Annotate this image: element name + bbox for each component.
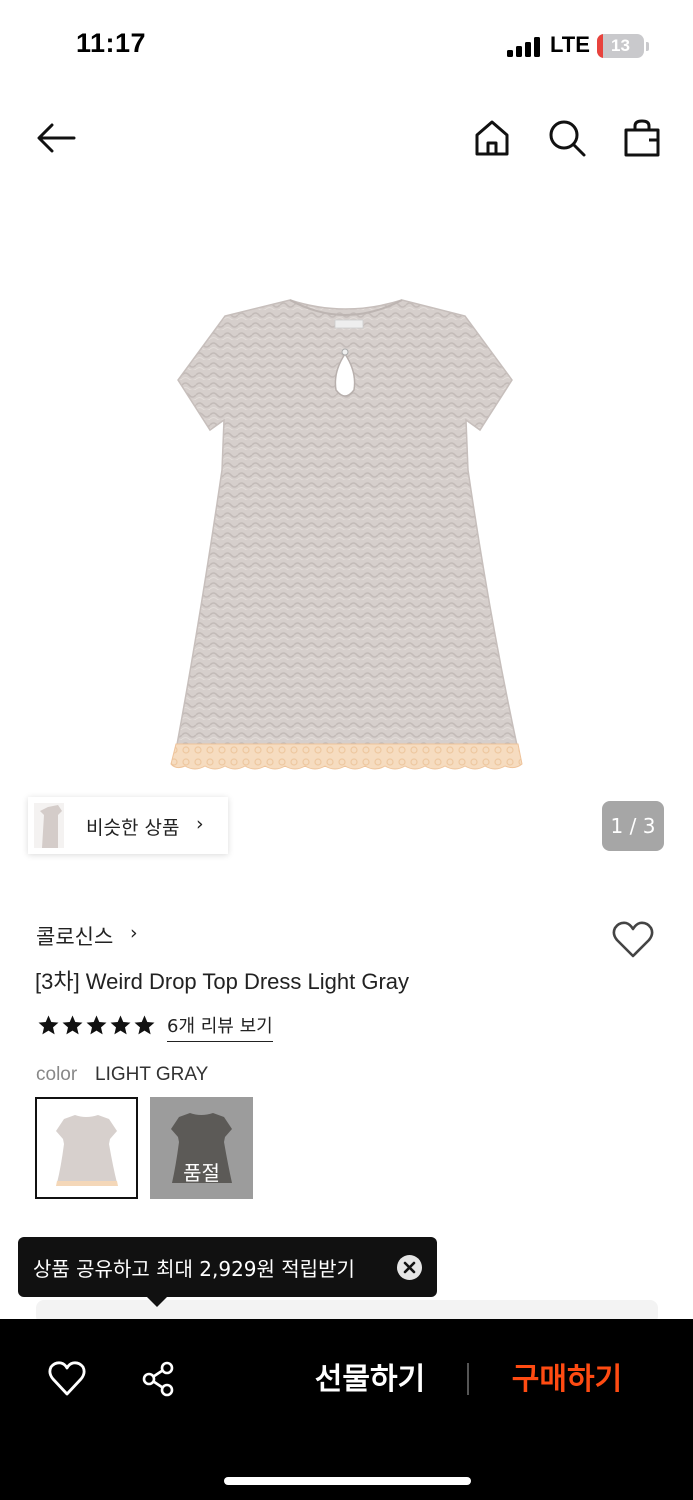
home-icon xyxy=(475,120,509,156)
share-icon xyxy=(142,1361,174,1397)
star-icon xyxy=(110,1015,131,1035)
brand-link[interactable]: 콜로신스 xyxy=(36,921,113,951)
battery-percent: 13 xyxy=(611,36,630,55)
close-icon xyxy=(403,1261,416,1274)
star-icon xyxy=(62,1015,83,1035)
sold-out-label: 품절 xyxy=(183,1161,220,1185)
shopping-bag-icon xyxy=(624,119,660,157)
dress-illustration xyxy=(170,299,523,770)
status-bar: 11:17 LTE 13 xyxy=(0,0,693,92)
share-reward-tooltip: 상품 공유하고 최대 2,929원 적립받기 xyxy=(18,1237,437,1297)
bottom-wishlist-button[interactable] xyxy=(47,1359,87,1399)
arrow-left-icon xyxy=(37,123,76,153)
heart-icon xyxy=(48,1361,86,1396)
similar-products-button[interactable]: 비슷한 상품 › xyxy=(28,797,228,854)
battery-icon: 13 xyxy=(597,34,644,58)
star-icon xyxy=(134,1015,155,1035)
star-icon xyxy=(86,1015,107,1035)
search-button[interactable] xyxy=(545,116,589,160)
network-type: LTE xyxy=(550,32,590,57)
wishlist-button[interactable] xyxy=(611,919,655,961)
tooltip-text: 상품 공유하고 최대 2,929원 적립받기 xyxy=(33,1257,355,1281)
image-page-counter: 1 / 3 xyxy=(602,801,664,851)
chevron-right-icon[interactable]: › xyxy=(130,922,138,944)
color-swatch-light-gray[interactable] xyxy=(35,1097,138,1199)
search-icon xyxy=(549,120,586,157)
back-button[interactable] xyxy=(34,116,78,160)
buy-button[interactable]: 구매하기 xyxy=(497,1358,637,1402)
share-button[interactable] xyxy=(139,1359,179,1399)
swatch-dress-image xyxy=(56,1115,118,1186)
home-button[interactable] xyxy=(470,116,514,160)
signal-icon xyxy=(507,37,543,57)
status-time: 11:17 xyxy=(76,28,147,58)
rating-stars xyxy=(37,1014,156,1038)
similar-thumbnail xyxy=(34,803,92,848)
color-label: color xyxy=(36,1064,78,1085)
tooltip-close-button[interactable] xyxy=(397,1255,422,1280)
home-indicator[interactable] xyxy=(224,1477,471,1485)
product-image[interactable] xyxy=(0,200,693,860)
cart-button[interactable] xyxy=(620,116,664,160)
chevron-right-icon: › xyxy=(196,813,204,835)
star-icon xyxy=(38,1015,59,1035)
bottom-divider xyxy=(467,1363,469,1395)
tooltip-tail xyxy=(147,1297,167,1307)
product-title: [3차] Weird Drop Top Dress Light Gray xyxy=(35,969,410,994)
battery-tip xyxy=(646,42,649,51)
bottom-action-bar xyxy=(0,1319,693,1500)
review-link[interactable]: 6개 리뷰 보기 xyxy=(167,1012,273,1042)
color-value: LIGHT GRAY xyxy=(95,1064,209,1085)
gift-button[interactable]: 선물하기 xyxy=(300,1358,440,1402)
heart-icon xyxy=(612,921,654,958)
similar-products-label: 비슷한 상품 xyxy=(86,817,180,839)
color-swatch-sold-out[interactable]: 품절 xyxy=(150,1097,253,1199)
